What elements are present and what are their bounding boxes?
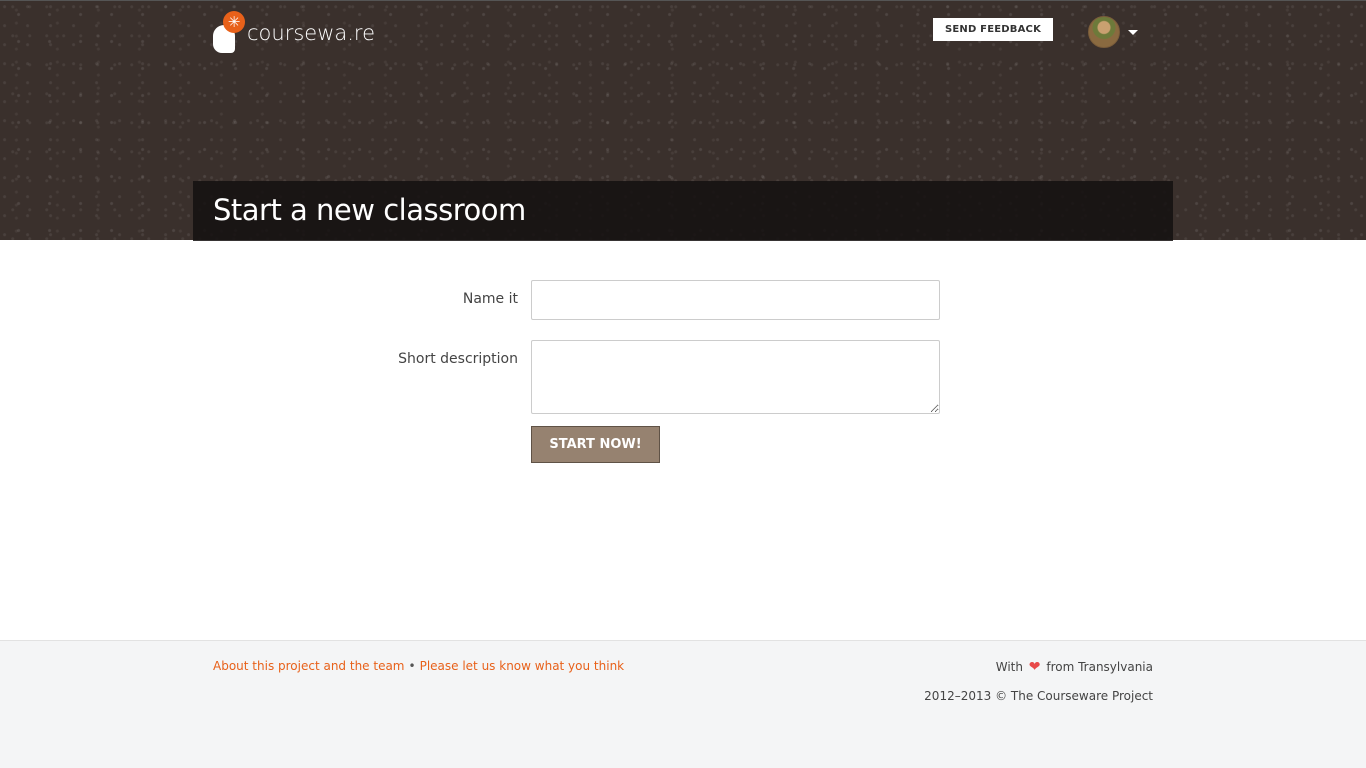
page-footer: About this project and the team • Please l… [0,640,1366,768]
user-menu[interactable] [1088,16,1138,48]
page-title: Start a new classroom [213,193,526,227]
logo-text: coursewa.re [247,21,376,45]
copyright: 2012–2013 © The Courseware Project [924,689,1153,703]
avatar [1088,16,1120,48]
logo[interactable]: ✳ coursewa.re [213,11,375,53]
send-feedback-button[interactable]: SEND FEEDBACK [933,18,1053,41]
name-label: Name it [462,291,518,307]
love-prefix: With [995,660,1023,674]
footer-separator: • [408,659,416,673]
logo-icon: ✳ [213,11,245,53]
start-now-button[interactable]: START NOW! [531,426,660,463]
heart-icon: ❤ [1028,659,1041,675]
feedback-link[interactable]: Please let us know what you think [420,659,625,673]
description-textarea[interactable] [531,340,940,414]
about-link[interactable]: About this project and the team [213,659,405,673]
love-suffix: from Transylvania [1046,660,1153,674]
title-bar: Start a new classroom [193,181,1173,241]
caret-down-icon [1128,29,1138,35]
footer-love: With ❤ from Transylvania [996,659,1153,675]
page-header: ✳ coursewa.re SEND FEEDBACK Start a new … [0,0,1366,241]
footer-links: About this project and the team • Please l… [213,659,624,673]
name-input[interactable] [531,280,940,320]
description-label: Short description [398,351,518,367]
